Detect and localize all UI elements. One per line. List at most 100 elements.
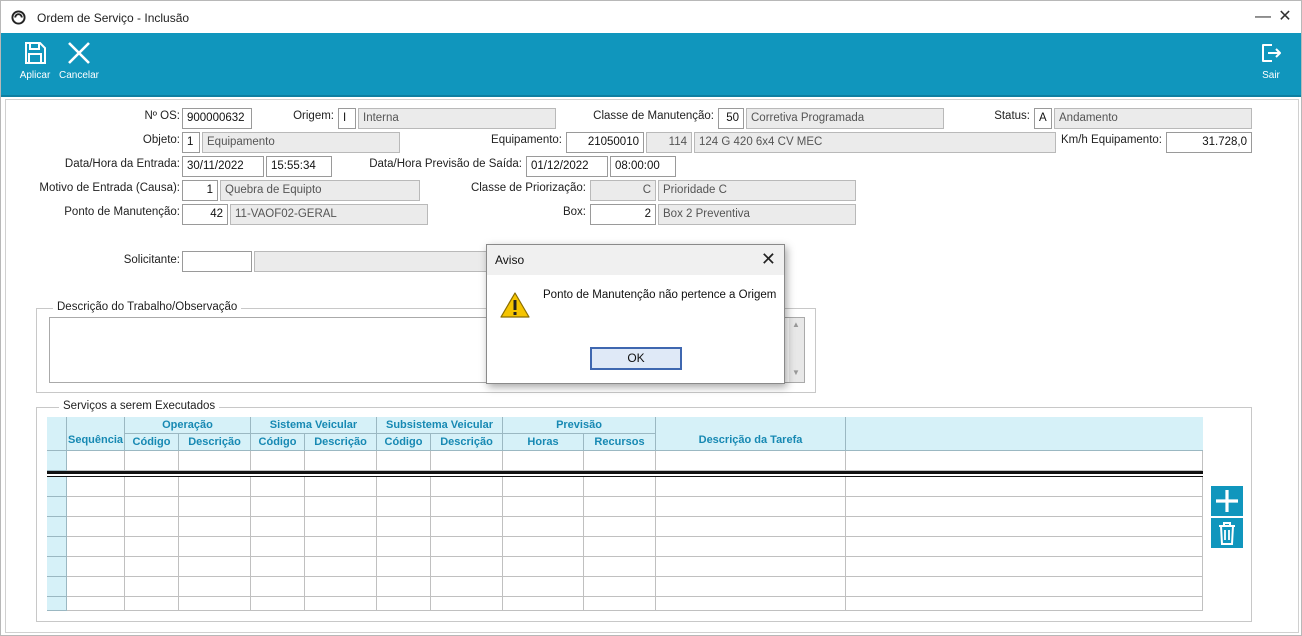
grid-row-header[interactable] (47, 517, 67, 537)
grid-cell[interactable] (305, 537, 377, 557)
grid-cell[interactable] (305, 597, 377, 611)
grid-cell[interactable] (305, 451, 377, 471)
grid-cell[interactable] (377, 577, 431, 597)
objeto-code-field[interactable]: 1 (182, 132, 200, 153)
grid-cell[interactable] (431, 517, 503, 537)
grid-cell[interactable] (67, 451, 125, 471)
grid-cell[interactable] (503, 497, 584, 517)
classe-code-field[interactable]: 50 (718, 108, 744, 129)
exit-button[interactable]: Sair (1249, 39, 1293, 91)
grid-cell[interactable] (584, 537, 656, 557)
col-subsistema-descricao[interactable]: Descrição (431, 434, 503, 451)
grid-cell[interactable] (846, 557, 1203, 577)
solicitante-code-field[interactable] (182, 251, 252, 272)
add-row-button[interactable] (1211, 486, 1243, 516)
col-sequencia[interactable]: Sequência (67, 417, 125, 451)
grid-cell[interactable] (251, 477, 305, 497)
col-subsistema-codigo[interactable]: Código (377, 434, 431, 451)
cancel-button[interactable]: Cancelar (57, 39, 101, 91)
grid-cell[interactable] (431, 477, 503, 497)
grid-cell[interactable] (846, 597, 1203, 611)
grid-cell[interactable] (846, 477, 1203, 497)
grid-cell[interactable] (305, 477, 377, 497)
grid-cell[interactable] (179, 451, 251, 471)
col-operacao-codigo[interactable]: Código (125, 434, 179, 451)
servicos-grid-body[interactable] (47, 451, 1203, 611)
hora-saida-field[interactable]: 08:00:00 (610, 156, 676, 177)
grid-cell[interactable] (125, 537, 179, 557)
col-descricao-tarefa[interactable]: Descrição da Tarefa (656, 417, 846, 451)
grid-cell[interactable] (503, 537, 584, 557)
grid-cell[interactable] (503, 597, 584, 611)
grid-cell[interactable] (67, 557, 125, 577)
grid-cell[interactable] (656, 451, 846, 471)
grid-row-header[interactable] (47, 537, 67, 557)
data-saida-field[interactable]: 01/12/2022 (526, 156, 608, 177)
grid-cell[interactable] (377, 597, 431, 611)
grid-cell[interactable] (305, 497, 377, 517)
col-sistema-codigo[interactable]: Código (251, 434, 305, 451)
grid-cell[interactable] (503, 517, 584, 537)
grid-cell[interactable] (67, 597, 125, 611)
grid-cell[interactable] (67, 517, 125, 537)
grid-cell[interactable] (251, 537, 305, 557)
grid-cell[interactable] (251, 517, 305, 537)
grid-cell[interactable] (377, 497, 431, 517)
grid-cell[interactable] (584, 577, 656, 597)
origem-code-field[interactable]: I (338, 108, 356, 129)
grid-cell[interactable] (179, 497, 251, 517)
grid-cell[interactable] (251, 557, 305, 577)
grid-cell[interactable] (656, 557, 846, 577)
grid-cell[interactable] (846, 517, 1203, 537)
grid-cell[interactable] (305, 517, 377, 537)
grid-cell[interactable] (377, 557, 431, 577)
ok-button[interactable]: OK (590, 347, 682, 370)
grid-cell[interactable] (251, 497, 305, 517)
grid-cell[interactable] (67, 577, 125, 597)
col-previsao-horas[interactable]: Horas (503, 434, 584, 451)
grid-cell[interactable] (656, 517, 846, 537)
col-sistema-descricao[interactable]: Descrição (305, 434, 377, 451)
grid-cell[interactable] (503, 577, 584, 597)
close-window-button[interactable]: ✕ (1275, 7, 1295, 27)
grid-cell[interactable] (846, 497, 1203, 517)
grid-cell[interactable] (584, 451, 656, 471)
grid-cell[interactable] (125, 497, 179, 517)
grid-cell[interactable] (584, 477, 656, 497)
grid-cell[interactable] (377, 477, 431, 497)
grid-cell[interactable] (179, 557, 251, 577)
grid-cell[interactable] (179, 477, 251, 497)
delete-row-button[interactable] (1211, 518, 1243, 548)
grid-cell[interactable] (377, 517, 431, 537)
grid-cell[interactable] (305, 577, 377, 597)
grid-cell[interactable] (431, 497, 503, 517)
grid-cell[interactable] (503, 451, 584, 471)
grid-cell[interactable] (503, 557, 584, 577)
grid-cell[interactable] (125, 517, 179, 537)
grid-cell[interactable] (846, 451, 1203, 471)
grid-cell[interactable] (125, 557, 179, 577)
grid-row-header[interactable] (47, 557, 67, 577)
box-code-field[interactable]: 2 (590, 204, 656, 225)
grid-cell[interactable] (251, 451, 305, 471)
status-code-field[interactable]: A (1034, 108, 1052, 129)
grid-row-header[interactable] (47, 477, 67, 497)
equipamento-code-field[interactable]: 21050010 (566, 132, 644, 153)
grid-cell[interactable] (503, 477, 584, 497)
motivo-code-field[interactable]: 1 (182, 180, 218, 201)
grid-cell[interactable] (584, 517, 656, 537)
grid-cell[interactable] (125, 577, 179, 597)
grid-row-header[interactable] (47, 451, 67, 471)
grid-cell[interactable] (251, 597, 305, 611)
grid-cell[interactable] (179, 577, 251, 597)
grid-row-header[interactable] (47, 497, 67, 517)
grid-cell[interactable] (125, 451, 179, 471)
grid-cell[interactable] (431, 451, 503, 471)
descricao-scrollbar[interactable]: ▲ ▼ (789, 318, 804, 382)
grid-cell[interactable] (656, 597, 846, 611)
dialog-close-button[interactable]: ✕ (761, 249, 776, 269)
grid-cell[interactable] (584, 497, 656, 517)
grid-cell[interactable] (656, 497, 846, 517)
grid-cell[interactable] (179, 517, 251, 537)
grid-cell[interactable] (431, 597, 503, 611)
